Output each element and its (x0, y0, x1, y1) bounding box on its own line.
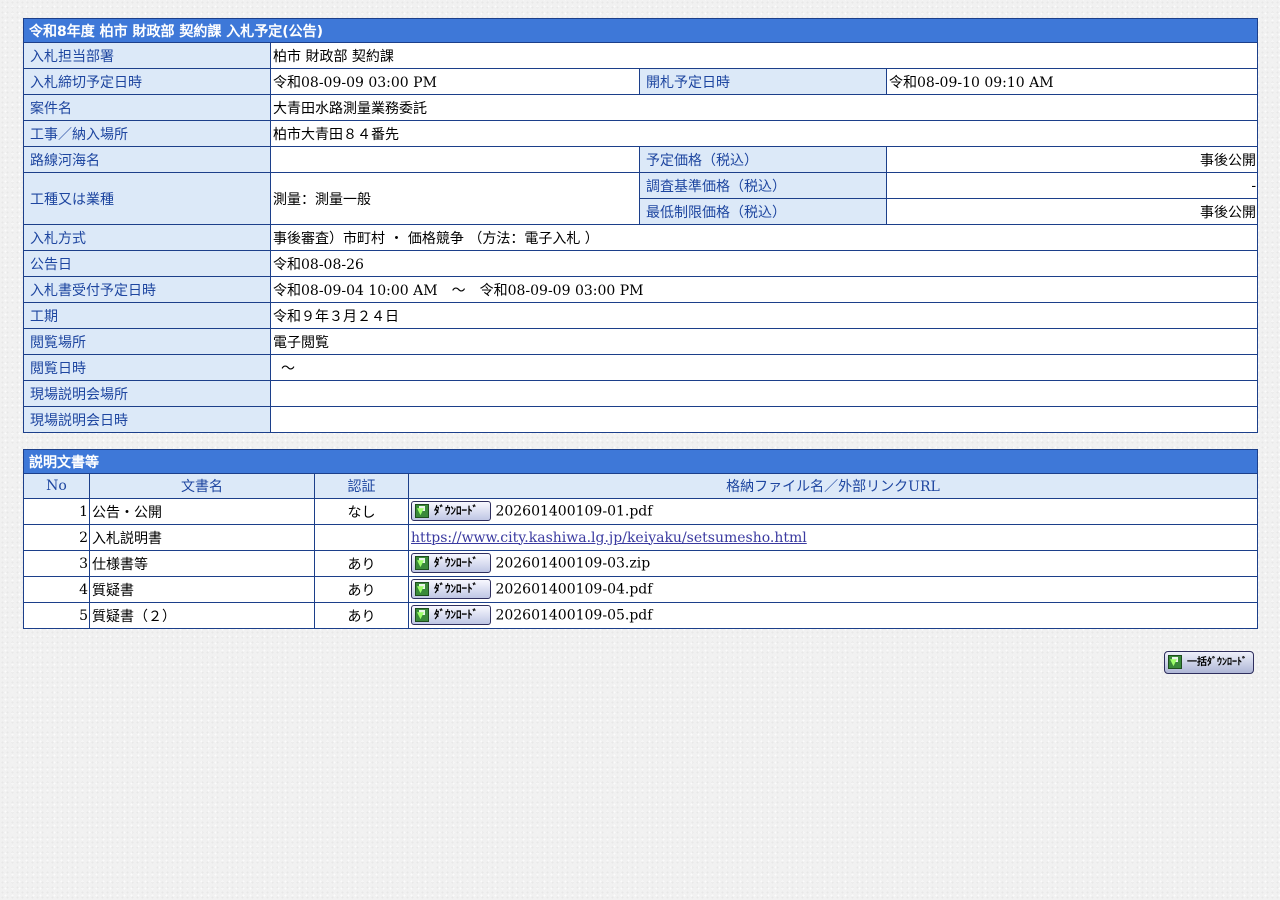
table-row: 4 質疑書 あり ▼ ﾀﾞｳﾝﾛｰﾄﾞ 202601400109-04.pdf (23, 576, 1258, 603)
accept-value: 令和08-09-04 10:00 AM ～ 令和08-09-09 03:00 P… (269, 276, 1259, 303)
download-button[interactable]: ▼ ﾀﾞｳﾝﾛｰﾄﾞ (411, 579, 491, 599)
route-value (270, 146, 640, 173)
doc-name: 質疑書 (89, 576, 315, 603)
survey-price-value: - (885, 172, 1259, 199)
site-place-label: 現場説明会場所 (23, 380, 271, 407)
arrow-down-icon: ▼ (417, 507, 424, 517)
arrow-down-icon: ▼ (1170, 658, 1177, 668)
survey-price-label: 調査基準価格（税込） (639, 172, 887, 199)
bid-info-table: 令和8年度 柏市 財政部 契約課 入札予定(公告) 入札担当部署 柏市 財政部 … (22, 18, 1259, 433)
doc-no: 4 (23, 576, 90, 603)
view-place-label: 閲覧場所 (23, 328, 271, 355)
view-date-value: ～ (269, 354, 1259, 381)
min-price-label: 最低制限価格（税込） (639, 198, 887, 225)
doc-name: 質疑書（２） (89, 602, 315, 629)
doc-file-cell: ▼ ﾀﾞｳﾝﾛｰﾄﾞ 202601400109-04.pdf (408, 576, 1258, 603)
table-row: 1 公告・公開 なし ▼ ﾀﾞｳﾝﾛｰﾄﾞ 202601400109-01.pdf (23, 498, 1258, 525)
site-date-value (269, 406, 1259, 433)
view-date-label: 閲覧日時 (23, 354, 271, 381)
doc-auth: なし (314, 498, 409, 525)
place-label: 工事／納入場所 (23, 120, 271, 147)
deadline-value: 令和08-09-09 03:00 PM (270, 68, 640, 95)
doc-file-name: 202601400109-05.pdf (495, 607, 653, 624)
opening-label: 開札予定日時 (639, 68, 887, 95)
doc-name: 入札説明書 (89, 524, 315, 551)
table-row: 3 仕様書等 あり ▼ ﾀﾞｳﾝﾛｰﾄﾞ 202601400109-03.zip (23, 550, 1258, 577)
download-button[interactable]: ▼ ﾀﾞｳﾝﾛｰﾄﾞ (411, 501, 491, 521)
arrow-down-icon: ▼ (417, 585, 424, 595)
doc-file-cell: ▼ ﾀﾞｳﾝﾛｰﾄﾞ 202601400109-01.pdf (408, 498, 1258, 525)
doc-file-name: 202601400109-04.pdf (495, 581, 653, 598)
doc-auth: あり (314, 602, 409, 629)
type-value: 測量：測量一般 (270, 172, 640, 225)
doc-no: 3 (23, 550, 90, 577)
notice-date-value: 令和08-08-26 (269, 250, 1259, 277)
doc-file-cell: https://www.city.kashiwa.lg.jp/keiyaku/s… (408, 524, 1258, 551)
place-value: 柏市大青田８４番先 (269, 120, 1259, 147)
period-label: 工期 (23, 302, 271, 329)
docs-header-name: 文書名 (89, 473, 315, 499)
page-content: 令和8年度 柏市 財政部 契約課 入札予定(公告) 入札担当部署 柏市 財政部 … (22, 18, 1259, 674)
doc-auth: あり (314, 550, 409, 577)
case-label: 案件名 (23, 94, 271, 121)
arrow-down-icon: ▼ (417, 559, 424, 569)
site-date-label: 現場説明会日時 (23, 406, 271, 433)
accept-label: 入札書受付予定日時 (23, 276, 271, 303)
external-link[interactable]: https://www.city.kashiwa.lg.jp/keiyaku/s… (411, 530, 807, 546)
docs-title: 説明文書等 (23, 449, 1258, 474)
dept-label: 入札担当部署 (23, 42, 271, 69)
planned-price-label: 予定価格（税込） (639, 146, 887, 173)
doc-file-cell: ▼ ﾀﾞｳﾝﾛｰﾄﾞ 202601400109-03.zip (408, 550, 1258, 577)
notice-date-label: 公告日 (23, 250, 271, 277)
doc-no: 1 (23, 498, 90, 525)
min-price-value: 事後公開 (885, 198, 1259, 225)
table-row: 2 入札説明書 https://www.city.kashiwa.lg.jp/k… (23, 524, 1258, 551)
deadline-label: 入札締切予定日時 (23, 68, 271, 95)
docs-header-file: 格納ファイル名／外部リンクURL (408, 473, 1258, 499)
doc-no: 2 (23, 524, 90, 551)
doc-file-name: 202601400109-01.pdf (495, 503, 653, 520)
view-place-value: 電子閲覧 (269, 328, 1259, 355)
doc-file-cell: ▼ ﾀﾞｳﾝﾛｰﾄﾞ 202601400109-05.pdf (408, 602, 1258, 629)
arrow-down-icon: ▼ (417, 611, 424, 621)
doc-auth: あり (314, 576, 409, 603)
bulk-download-button[interactable]: ▼ 一括ﾀﾞｳﾝﾛｰﾄﾞ (1164, 651, 1254, 674)
docs-header-no: No (23, 473, 90, 499)
docs-table: 説明文書等 No 文書名 認証 格納ファイル名／外部リンクURL 1 公告・公開… (23, 449, 1258, 629)
doc-auth (314, 524, 409, 551)
download-button[interactable]: ▼ ﾀﾞｳﾝﾛｰﾄﾞ (411, 605, 491, 625)
table-row: 5 質疑書（２） あり ▼ ﾀﾞｳﾝﾛｰﾄﾞ 202601400109-05.pd… (23, 602, 1258, 629)
opening-value: 令和08-09-10 09:10 AM (885, 68, 1259, 95)
route-label: 路線河海名 (23, 146, 271, 173)
doc-name: 仕様書等 (89, 550, 315, 577)
method-value: 事後審査）市町村 ・ 価格競争 （方法：電子入札 ） (269, 224, 1259, 251)
type-label: 工種又は業種 (23, 172, 271, 225)
doc-file-name: 202601400109-03.zip (495, 555, 651, 572)
site-place-value (269, 380, 1259, 407)
bid-info-title: 令和8年度 柏市 財政部 契約課 入札予定(公告) (22, 18, 1259, 43)
dept-value: 柏市 財政部 契約課 (269, 42, 1259, 69)
docs-header-auth: 認証 (314, 473, 409, 499)
doc-name: 公告・公開 (89, 498, 315, 525)
case-value: 大青田水路測量業務委託 (269, 94, 1259, 121)
method-label: 入札方式 (23, 224, 271, 251)
period-value: 令和９年３月２４日 (269, 302, 1259, 329)
planned-price-value: 事後公開 (885, 146, 1259, 173)
download-button[interactable]: ▼ ﾀﾞｳﾝﾛｰﾄﾞ (411, 553, 491, 573)
doc-no: 5 (23, 602, 90, 629)
